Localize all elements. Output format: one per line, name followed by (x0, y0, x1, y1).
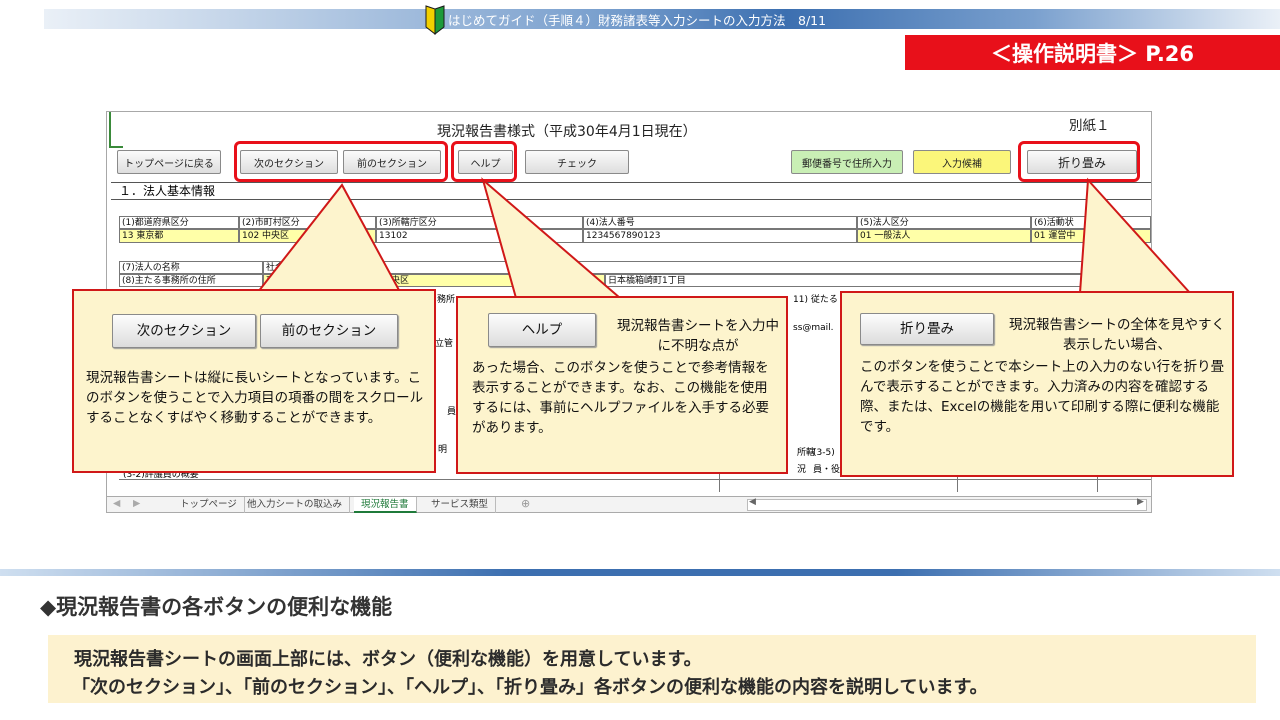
divider-bar (0, 569, 1280, 576)
summary-line-1: 現況報告書シートの画面上部には、ボタン（便利な機能）を用意しています。 (74, 649, 702, 670)
callout-fold-button: 折り畳み (860, 313, 994, 345)
help-callout-head: 現況報告書シートを入力中に不明な点が (617, 318, 779, 354)
help-callout: ヘルプ 現況報告書シートを入力中に不明な点が あった場合、このボタンを使うことで… (456, 296, 788, 474)
fold-callout-text: このボタンを使うことで本シート上の入力のない行を折り畳んで表示することができます… (860, 359, 1225, 435)
summary-line-2: 「次のセクション」、「前のセクション」、「ヘルプ」、「折り畳み」各ボタンの便利な… (72, 677, 988, 698)
section-heading-bottom: ◆現況報告書の各ボタンの便利な機能 (40, 595, 393, 619)
fold-callout: 折り畳み 現況報告書シートの全体を見やすく表示したい場合、 このボタンを使うこと… (840, 291, 1234, 477)
section-callout: 次のセクション 前のセクション 現況報告書シートは縦に長いシートとなっています。… (72, 289, 436, 473)
help-callout-text: あった場合、このボタンを使うことで参考情報を表示することができます。なお、この機… (472, 360, 769, 436)
section-callout-text: 現況報告書シートは縦に長いシートとなっています。このボタンを使うことで入力項目の… (86, 370, 424, 426)
callout-help-button: ヘルプ (488, 313, 596, 347)
callout-prev-section-button: 前のセクション (260, 314, 398, 348)
fold-callout-head: 現況報告書シートの全体を見やすく表示したい場合、 (1009, 317, 1225, 353)
callout-next-section-button: 次のセクション (112, 314, 256, 348)
